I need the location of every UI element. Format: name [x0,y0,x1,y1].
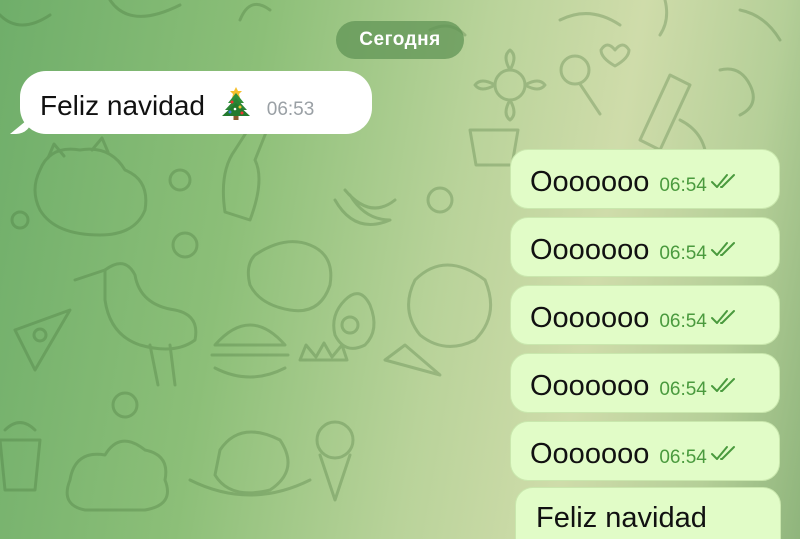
message-text-content: Feliz navidad [40,90,205,121]
outgoing-message-partial[interactable]: Feliz navidad [515,487,781,539]
message-time: 06:54 [659,447,707,468]
message-text: Ooooooo [530,166,650,198]
double-check-read-icon [710,446,735,460]
double-check-read-icon [710,174,735,188]
message-time: 06:54 [659,243,707,264]
date-separator-label: Сегодня [359,29,441,50]
bubble-tail [10,116,32,134]
message-time: 06:53 [266,99,315,120]
outgoing-message[interactable]: Ooooooo 06:54 [510,353,780,413]
outgoing-message[interactable]: Ooooooo 06:54 [510,285,780,345]
outgoing-message[interactable]: Ooooooo 06:54 [510,217,780,277]
incoming-message[interactable]: Feliz navidad 06:53 [10,71,372,134]
message-text: Ooooooo [530,370,650,402]
outgoing-message[interactable]: Ooooooo 06:54 [510,149,780,209]
outgoing-message[interactable]: Ooooooo 06:54 [510,421,780,481]
message-text: Ooooooo [530,234,650,266]
message-time: 06:54 [659,175,707,196]
chat-area[interactable]: Сегодня Feliz navidad 06:53 Ooooooo 06:5… [0,0,800,539]
message-time: 06:54 [659,379,707,400]
message-text: Ooooooo [530,302,650,334]
message-text: Feliz navidad [40,86,251,122]
christmas-tree-icon [221,87,250,120]
message-time: 06:54 [659,311,707,332]
double-check-read-icon [710,242,735,256]
message-text: Ooooooo [530,438,650,470]
double-check-read-icon [710,378,735,392]
message-text: Feliz navidad [536,502,707,534]
date-separator: Сегодня [336,21,464,59]
double-check-read-icon [710,310,735,324]
